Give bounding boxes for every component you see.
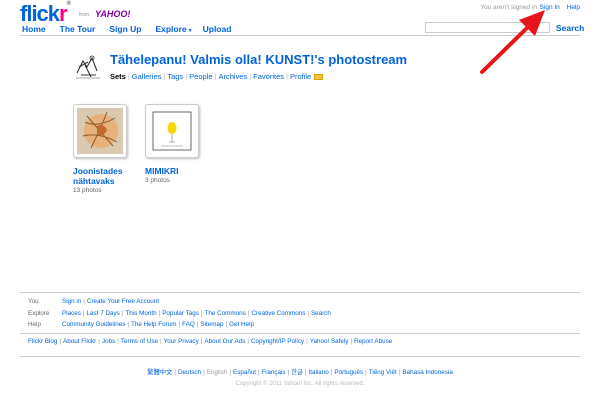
set-photo-count: 3 photos bbox=[145, 177, 170, 184]
footer-link[interactable]: Get Help bbox=[229, 321, 254, 328]
set-thumbnail[interactable] bbox=[73, 104, 127, 158]
footer-link[interactable]: The Commons bbox=[205, 310, 246, 317]
set-cover-image bbox=[149, 108, 195, 154]
footer-link[interactable]: Community Guidelines bbox=[62, 321, 125, 328]
language-link[interactable]: Português bbox=[334, 369, 363, 376]
language-link[interactable]: 한글 bbox=[291, 369, 303, 376]
nav-sign-up[interactable]: Sign Up bbox=[109, 24, 141, 34]
footer-link[interactable]: Your Privacy bbox=[164, 338, 199, 345]
footer-divider bbox=[20, 333, 580, 334]
help-link[interactable]: Help bbox=[567, 4, 580, 11]
footer-row-you: You Sign in | Create Your Free Account bbox=[28, 298, 160, 305]
language-link[interactable]: 繁體中文 bbox=[147, 369, 172, 376]
from-label: from bbox=[79, 12, 89, 18]
footer-row-explore: Explore Places | Last 7 Days | This Month | Pop… bbox=[28, 310, 331, 317]
main-nav: Home The Tour Sign Up Explore▼ Upload bbox=[22, 24, 245, 34]
profile-tabs: Sets | Galleries | Tags | People | Archives | Favo… bbox=[110, 72, 324, 81]
set-card: MIMIKRI 3 photos bbox=[145, 104, 203, 184]
search-button[interactable]: Search bbox=[556, 23, 584, 33]
current-language: English bbox=[206, 369, 228, 376]
tab-sets[interactable]: Sets bbox=[110, 72, 126, 81]
tab-archives[interactable]: Archives bbox=[218, 72, 247, 81]
search-input[interactable] bbox=[425, 22, 550, 33]
footer-link[interactable]: Terms of Use bbox=[121, 338, 158, 345]
set-title[interactable]: Joonistades nähtavaks bbox=[73, 166, 131, 186]
nav-the-tour[interactable]: The Tour bbox=[60, 24, 96, 34]
language-link[interactable]: Español bbox=[233, 369, 256, 376]
footer-divider bbox=[20, 292, 580, 293]
page-title: Tähelepanu! Valmis olla! KUNST!'s photos… bbox=[110, 52, 408, 67]
footer-link[interactable]: FAQ bbox=[182, 321, 195, 328]
chevron-down-icon[interactable]: ▼ bbox=[188, 28, 193, 34]
tab-favorites[interactable]: Favorites bbox=[253, 72, 284, 81]
footer-link[interactable]: Flickr Blog bbox=[28, 338, 57, 345]
footer-divider bbox=[20, 356, 580, 357]
copyright: Copyright © 2011 Yahoo! Inc. All rights … bbox=[235, 381, 365, 387]
nav-explore[interactable]: Explore bbox=[155, 24, 186, 34]
footer-row-help: Help Community Guidelines | The Help Forum |… bbox=[28, 321, 254, 328]
language-link[interactable]: Deutsch bbox=[178, 369, 201, 376]
footer-link[interactable]: Report Abuse bbox=[354, 338, 392, 345]
language-selector: 繁體中文 | Deutsch | English | Español | Français | 한글… bbox=[147, 369, 453, 376]
footer-sign-in-link[interactable]: Sign in bbox=[62, 298, 81, 305]
create-account-link[interactable]: Create Your Free Account bbox=[87, 298, 159, 305]
set-card: Joonistades nähtavaks 13 photos bbox=[73, 104, 131, 194]
not-signed-in-text: You aren't signed in bbox=[480, 4, 537, 11]
tab-people[interactable]: People bbox=[189, 72, 212, 81]
footer-link[interactable]: This Month bbox=[125, 310, 156, 317]
tab-galleries[interactable]: Galleries bbox=[132, 72, 162, 81]
footer-link[interactable]: Popular Tags bbox=[162, 310, 199, 317]
nav-home[interactable]: Home bbox=[22, 24, 46, 34]
footer-link[interactable]: Sitemap bbox=[200, 321, 223, 328]
footer-link[interactable]: Places bbox=[62, 310, 81, 317]
footer-link[interactable]: About Flickr bbox=[63, 338, 96, 345]
set-cover-image bbox=[77, 108, 123, 154]
tab-profile[interactable]: Profile bbox=[290, 72, 311, 81]
sign-in-link[interactable]: Sign In bbox=[540, 4, 560, 11]
language-link[interactable]: Italiano bbox=[308, 369, 328, 376]
footer-link[interactable]: Search bbox=[311, 310, 331, 317]
mail-icon[interactable] bbox=[314, 74, 324, 81]
language-link[interactable]: Tiếng Việt bbox=[369, 369, 397, 376]
footer-link[interactable]: Creative Commons bbox=[251, 310, 305, 317]
tab-tags[interactable]: Tags bbox=[167, 72, 183, 81]
set-photo-count: 13 photos bbox=[73, 187, 102, 194]
header-divider bbox=[20, 35, 580, 36]
footer-link[interactable]: Jobs bbox=[102, 338, 115, 345]
footer-link[interactable]: Copyright/IP Policy bbox=[251, 338, 304, 345]
footer-link[interactable]: About Our Ads bbox=[204, 338, 245, 345]
language-link[interactable]: Bahasa Indonesia bbox=[402, 369, 452, 376]
footer-link[interactable]: Yahoo! Safely bbox=[310, 338, 349, 345]
nav-upload[interactable]: Upload bbox=[203, 24, 232, 34]
set-title[interactable]: MIMIKRI bbox=[145, 166, 203, 176]
set-thumbnail[interactable] bbox=[145, 104, 199, 158]
yahoo-logo[interactable]: YAHOO! bbox=[95, 9, 130, 19]
footer-link[interactable]: The Help Forum bbox=[131, 321, 177, 328]
buddy-icon[interactable] bbox=[73, 53, 103, 81]
footer-link[interactable]: Last 7 Days bbox=[87, 310, 120, 317]
language-link[interactable]: Français bbox=[261, 369, 285, 376]
footer-bottom-links: Flickr Blog | About Flickr | Jobs | Terms of U… bbox=[28, 338, 393, 345]
